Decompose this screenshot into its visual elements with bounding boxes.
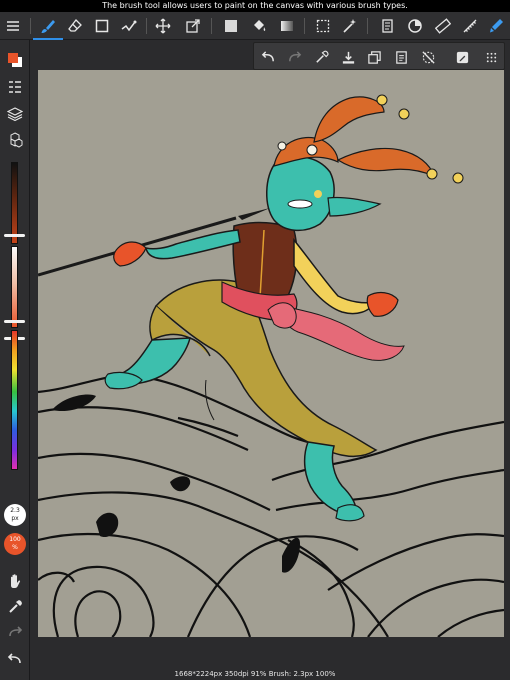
undo-icon[interactable] [259,48,277,66]
fill-icon[interactable] [120,17,138,35]
paste-icon[interactable] [392,48,410,66]
brush-size-handle[interactable] [4,234,25,237]
no-snap-icon[interactable] [419,48,437,66]
bucket-icon[interactable] [250,17,268,35]
materials-icon[interactable] [5,130,25,150]
app-window: The brush tool allows users to paint on … [0,0,510,680]
top-toolbar [0,12,510,40]
redo-side-icon[interactable] [5,623,25,643]
opacity-slider[interactable] [11,246,18,328]
drawing-canvas[interactable] [38,70,504,637]
brush-size-value: 2.3 [10,507,20,514]
toolbar-divider [211,18,212,34]
color-fill-icon[interactable] [222,17,240,35]
color-swatch-icon[interactable] [5,50,25,70]
left-sidebar: 2.3 px 100 % [0,40,30,680]
sub-toolbar [253,42,505,70]
toolbar-divider [367,18,368,34]
layers-icon[interactable] [5,104,25,124]
select-pen-icon[interactable] [379,17,397,35]
select-icon[interactable] [314,17,332,35]
hue-slider[interactable] [11,330,18,470]
toolbar-divider [304,18,305,34]
ruler-icon[interactable] [461,17,479,35]
status-bar: 1668*2224px 350dpi 91% Brush: 2.3px 100% [174,670,336,678]
brush-icon[interactable] [33,17,63,40]
edit-icon[interactable] [453,48,471,66]
layers-stack-icon[interactable] [406,17,424,35]
opacity-handle[interactable] [4,320,25,323]
grid-icon[interactable] [482,48,500,66]
eyedropper-icon[interactable] [312,48,330,66]
layer-list-icon[interactable] [5,77,25,97]
brush-active-icon[interactable] [487,17,505,35]
hand-icon[interactable] [5,571,25,591]
copy-icon[interactable] [365,48,383,66]
undo-side-icon[interactable] [5,650,25,670]
opacity-indicator[interactable]: 100 % [4,533,26,555]
brush-size-slider[interactable] [11,162,18,244]
toolbar-divider [146,18,147,34]
redo-icon[interactable] [285,48,303,66]
save-icon[interactable] [339,48,357,66]
opacity-unit: % [12,544,18,551]
gradient-icon[interactable] [278,17,296,35]
menu-icon[interactable] [4,17,22,35]
eraser-icon[interactable] [66,17,84,35]
move-icon[interactable] [154,17,172,35]
opacity-value: 100 [9,536,21,543]
transform-icon[interactable] [184,17,202,35]
brush-size-indicator[interactable]: 2.3 px [4,504,26,526]
tooltip-banner: The brush tool allows users to paint on … [0,0,510,12]
text-icon[interactable] [434,17,452,35]
shape-icon[interactable] [93,17,111,35]
toolbar-divider [30,18,31,34]
artwork-illustration [38,94,504,637]
eyedropper-side-icon[interactable] [5,597,25,617]
brush-size-unit: px [11,515,19,522]
magic-wand-icon[interactable] [341,17,359,35]
